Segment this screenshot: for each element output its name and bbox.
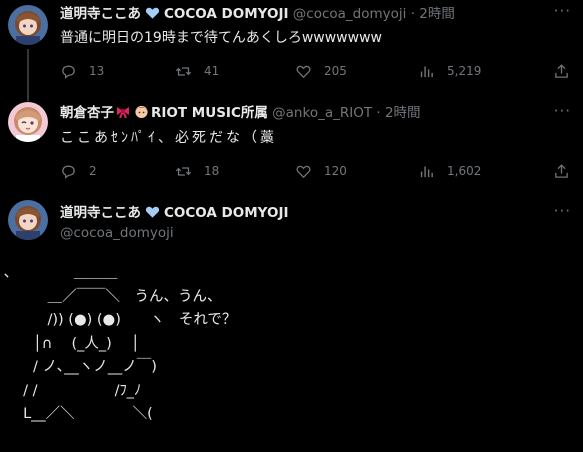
display-name[interactable]: 道明寺ここあ — [60, 205, 141, 221]
timestamp[interactable]: · 2時間 — [411, 6, 455, 22]
display-name[interactable]: 道明寺ここあ — [60, 6, 141, 22]
heart-icon — [296, 165, 311, 178]
display-name-suffix[interactable]: RIOT MUSIC所属 — [151, 105, 268, 121]
reply-button[interactable]: 13 — [60, 61, 104, 81]
like-button[interactable]: 205 — [295, 61, 347, 81]
tweet-text: ここあｾﾝﾊﾟｲ、必死だな（藁 — [60, 130, 277, 146]
tweet-2[interactable]: 朝倉杏子 RIOT MUSIC所属 @anko_a_RIOT · 2時間 ··· … — [0, 92, 583, 192]
user-handle[interactable]: @cocoa_domyoji — [293, 6, 407, 22]
views-button[interactable]: 1,602 — [418, 161, 481, 181]
avatar-cocoa[interactable] — [8, 5, 48, 45]
tweet-text: 普通に明日の19時まで待てんあくしろwwwwwww — [60, 30, 382, 46]
display-name-suffix[interactable]: COCOA DOMYOJI — [164, 205, 289, 221]
reply-button[interactable]: 2 — [60, 161, 97, 181]
views-chart-icon — [420, 166, 433, 177]
retweet-button[interactable]: 18 — [175, 161, 219, 181]
like-count: 205 — [324, 64, 347, 78]
user-handle[interactable]: @cocoa_domyoji — [60, 224, 174, 242]
ribbon-emoji-icon — [115, 105, 131, 124]
like-count: 120 — [324, 164, 347, 178]
share-icon — [555, 163, 568, 178]
retweet-icon — [175, 66, 192, 76]
retweet-count: 18 — [204, 164, 220, 178]
more-dots-icon[interactable]: ··· — [554, 102, 571, 120]
ascii-art-text: ､ ＿＿＿ ＿／￣￣＼ うん、うん、 /)) (●) (●) ヽ それで？ │∩… — [4, 265, 237, 422]
face-emoji-icon — [134, 104, 149, 124]
retweet-icon — [175, 166, 192, 176]
reply-count: 13 — [89, 64, 105, 78]
verified-badge-icon — [145, 5, 160, 25]
views-button[interactable]: 5,219 — [418, 61, 481, 81]
avatar-anko[interactable] — [8, 102, 48, 142]
avatar-cocoa-main[interactable] — [8, 200, 48, 240]
share-button[interactable] — [553, 161, 582, 181]
tweet-actions: 13 41 205 5,219 — [60, 61, 570, 81]
views-count: 1,602 — [447, 164, 482, 178]
display-name[interactable]: 朝倉杏子 — [60, 105, 114, 121]
views-count: 5,219 — [447, 64, 482, 78]
more-dots-icon[interactable]: ··· — [554, 2, 571, 20]
more-dots-icon[interactable]: ··· — [554, 202, 571, 220]
tweet-header: 朝倉杏子 RIOT MUSIC所属 @anko_a_RIOT · 2時間 — [60, 104, 421, 124]
heart-icon — [296, 65, 311, 78]
tweet-header: 道明寺ここあ COCOA DOMYOJI @cocoa_domyoji · 2時間 — [60, 5, 455, 25]
reply-icon — [62, 165, 75, 179]
thread-line-top — [27, 92, 29, 100]
like-button[interactable]: 120 — [295, 161, 347, 181]
retweet-count: 41 — [204, 64, 220, 78]
main-tweet-header: 道明寺ここあ COCOA DOMYOJI — [60, 204, 289, 224]
reply-icon — [62, 65, 75, 79]
user-handle[interactable]: @anko_a_RIOT — [272, 105, 372, 121]
display-name-suffix[interactable]: COCOA DOMYOJI — [164, 6, 289, 22]
share-icon — [555, 63, 568, 78]
timestamp[interactable]: · 2時間 — [376, 105, 420, 121]
reply-count: 2 — [89, 164, 97, 178]
views-chart-icon — [420, 66, 433, 77]
tweet-1[interactable]: 道明寺ここあ COCOA DOMYOJI @cocoa_domyoji · 2時間… — [0, 0, 583, 101]
share-button[interactable] — [553, 61, 582, 81]
verified-badge-icon — [145, 204, 160, 224]
tweet-actions: 2 18 120 1,602 — [60, 161, 570, 181]
retweet-button[interactable]: 41 — [175, 61, 219, 81]
